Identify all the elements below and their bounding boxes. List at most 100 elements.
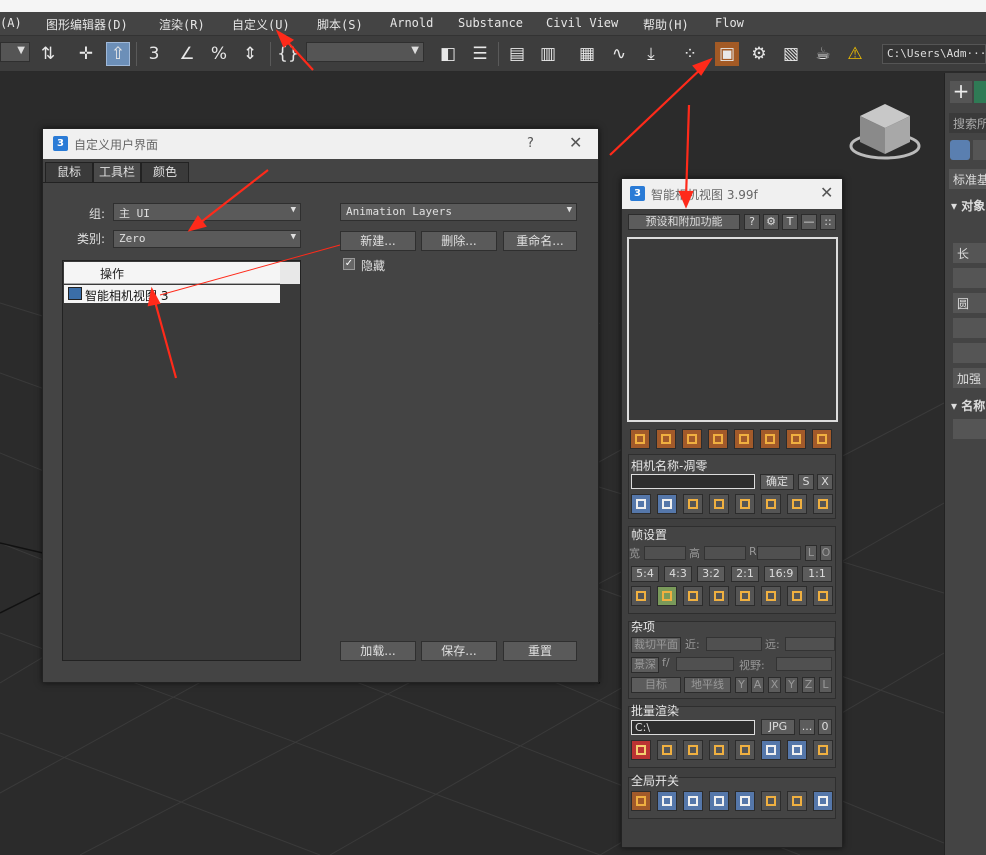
- axis-button[interactable]: L: [819, 677, 832, 693]
- global-switch-icon[interactable]: [813, 791, 833, 811]
- primitive-button[interactable]: [953, 343, 986, 363]
- group-dropdown[interactable]: 主 UI ▼: [113, 203, 301, 221]
- camera-tool-icon[interactable]: [631, 494, 651, 514]
- close-icon[interactable]: ✕: [569, 133, 582, 152]
- fov-spinner[interactable]: [776, 657, 832, 671]
- global-switch-icon[interactable]: [761, 791, 781, 811]
- batch-tool-icon[interactable]: [631, 740, 651, 760]
- tab-mouse[interactable]: 鼠标: [45, 162, 93, 182]
- camera-view-icon[interactable]: [734, 429, 754, 449]
- percent-snap-icon[interactable]: %: [207, 42, 231, 66]
- batch-tool-icon[interactable]: [657, 740, 677, 760]
- global-switch-icon[interactable]: [657, 791, 677, 811]
- frame-tool-icon[interactable]: [761, 586, 781, 606]
- axis-button[interactable]: Y: [785, 677, 798, 693]
- menu-item-substance[interactable]: Substance: [458, 16, 523, 30]
- menu-item-graph-editors[interactable]: 图形编辑器(D): [46, 16, 128, 33]
- frame-tool-icon[interactable]: [709, 586, 729, 606]
- camera-tool-icon[interactable]: [813, 494, 833, 514]
- batch-tool-icon[interactable]: [787, 740, 807, 760]
- modify-tab-icon[interactable]: [974, 81, 986, 103]
- global-switch-icon[interactable]: [709, 791, 729, 811]
- hide-checkbox[interactable]: ✓: [343, 258, 355, 270]
- object-type-header[interactable]: ▾ 对象: [951, 197, 985, 214]
- named-sets-icon[interactable]: {}: [276, 42, 300, 66]
- camera-view-icon[interactable]: [786, 429, 806, 449]
- primitive-button[interactable]: 圆: [953, 293, 986, 313]
- x-button[interactable]: X: [817, 474, 833, 490]
- select-object-icon[interactable]: ⇧: [106, 42, 130, 66]
- ratio-button[interactable]: 3:2: [697, 566, 725, 582]
- select-link-icon[interactable]: ⇅: [36, 42, 60, 66]
- zero-button[interactable]: 0: [818, 719, 832, 735]
- named-selection-dropdown[interactable]: ▼: [306, 42, 424, 62]
- action-list[interactable]: 操作 智能相机视图 3: [62, 260, 301, 661]
- menu-item-rendering[interactable]: 渲染(R): [159, 16, 205, 33]
- camera-view-icon[interactable]: [760, 429, 780, 449]
- camera-list[interactable]: [627, 237, 838, 422]
- o-button[interactable]: O: [820, 545, 832, 561]
- frame-tool-icon[interactable]: [683, 586, 703, 606]
- dialog-titlebar[interactable]: 3 自定义用户界面 ? ✕: [43, 129, 598, 159]
- global-switch-icon[interactable]: [787, 791, 807, 811]
- batch-path-input[interactable]: C:\: [631, 720, 755, 735]
- camera-tool-icon[interactable]: [787, 494, 807, 514]
- height-spinner[interactable]: [704, 546, 746, 560]
- angle-snap-icon[interactable]: ∠: [175, 42, 199, 66]
- settings-button[interactable]: ⚙: [763, 214, 779, 230]
- ratio-button[interactable]: 16:9: [764, 566, 798, 582]
- ratio-button[interactable]: 1:1: [802, 566, 832, 582]
- target-button[interactable]: 目标: [631, 677, 681, 693]
- axis-button[interactable]: Y: [735, 677, 748, 693]
- camera-name-input[interactable]: [631, 474, 755, 489]
- axis-button[interactable]: X: [768, 677, 781, 693]
- reset-button[interactable]: 重置: [503, 641, 577, 661]
- menu-item-customize[interactable]: 自定义(U): [232, 16, 290, 33]
- global-switch-icon[interactable]: [631, 791, 651, 811]
- scene-explorer-icon[interactable]: ▤: [505, 42, 529, 66]
- presets-button[interactable]: 预设和附加功能: [628, 214, 740, 230]
- ratio-button[interactable]: 5:4: [631, 566, 659, 582]
- frame-tool-icon[interactable]: [657, 586, 677, 606]
- camera-view-icon[interactable]: [630, 429, 650, 449]
- close-icon[interactable]: ✕: [820, 183, 833, 202]
- width-spinner[interactable]: [644, 546, 686, 560]
- menu-item-a[interactable]: (A): [0, 16, 22, 30]
- project-path-field[interactable]: C:\Users\Adm···3ds: [882, 44, 986, 64]
- global-switch-icon[interactable]: [735, 791, 755, 811]
- frame-tool-icon[interactable]: [813, 586, 833, 606]
- tab-toolbars[interactable]: 工具栏: [93, 162, 141, 182]
- tab-colors[interactable]: 颜色: [141, 162, 189, 182]
- axis-button[interactable]: A: [751, 677, 764, 693]
- dof-button[interactable]: 景深: [631, 657, 659, 673]
- batch-tool-icon[interactable]: [735, 740, 755, 760]
- camera-tool-icon[interactable]: [735, 494, 755, 514]
- batch-tool-icon[interactable]: [709, 740, 729, 760]
- save-button[interactable]: 保存...: [421, 641, 497, 661]
- align-icon[interactable]: ☰: [468, 42, 492, 66]
- list-item[interactable]: 智能相机视图 3: [64, 285, 280, 303]
- rendered-frame-window-icon[interactable]: ▧: [779, 42, 803, 66]
- rename-button[interactable]: 重命名...: [503, 231, 577, 251]
- s-button[interactable]: S: [798, 474, 814, 490]
- camera-tool-icon[interactable]: [683, 494, 703, 514]
- batch-tool-icon[interactable]: [813, 740, 833, 760]
- lock-button[interactable]: L: [805, 545, 817, 561]
- standard-primitives-dropdown[interactable]: 标准基: [949, 169, 986, 189]
- f-stop-spinner[interactable]: [676, 657, 734, 671]
- batch-tool-icon[interactable]: [761, 740, 781, 760]
- primitive-button[interactable]: [953, 268, 986, 288]
- frame-tool-icon[interactable]: [787, 586, 807, 606]
- menu-item-scripting[interactable]: 脚本(S): [317, 16, 363, 33]
- view-cube-icon[interactable]: [848, 100, 922, 164]
- render-production-icon[interactable]: ☕: [811, 42, 835, 66]
- search-field[interactable]: 搜索所: [949, 113, 986, 133]
- menu-item-civil-view[interactable]: Civil View: [546, 16, 618, 30]
- menu-item-arnold[interactable]: Arnold: [390, 16, 433, 30]
- list-header[interactable]: 操作: [64, 262, 280, 284]
- menu-item-flow[interactable]: Flow: [715, 16, 744, 30]
- schematic-view-icon[interactable]: ⤓: [639, 42, 663, 66]
- shapes-icon[interactable]: [973, 140, 986, 160]
- menu-item-help[interactable]: 帮助(H): [643, 16, 689, 33]
- camera-view-icon[interactable]: [682, 429, 702, 449]
